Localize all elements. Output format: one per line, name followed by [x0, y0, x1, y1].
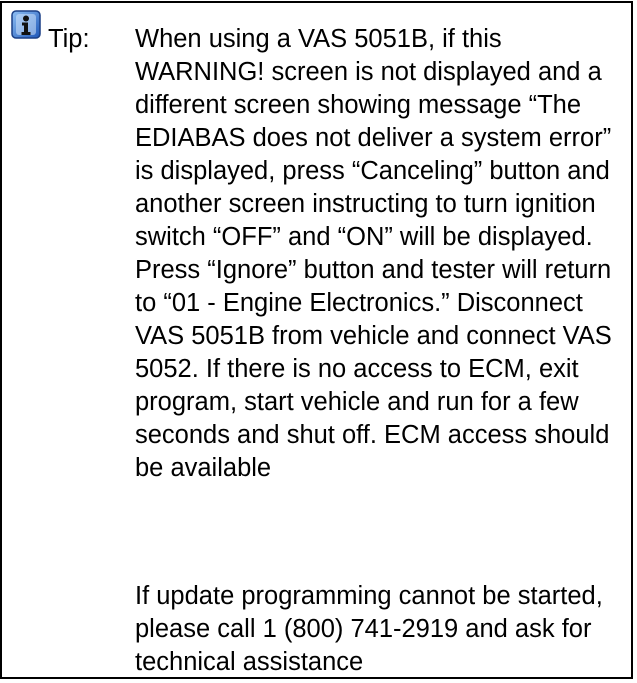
tip-label: Tip: — [48, 25, 90, 53]
tip-paragraph-1: When using a VAS 5051B, if this WARNING!… — [135, 25, 612, 482]
info-icon — [11, 10, 41, 39]
tip-box: Tip: When using a VAS 5051B, if this WAR… — [0, 1, 633, 679]
tip-paragraph-2: If update programming cannot be started,… — [135, 582, 603, 676]
